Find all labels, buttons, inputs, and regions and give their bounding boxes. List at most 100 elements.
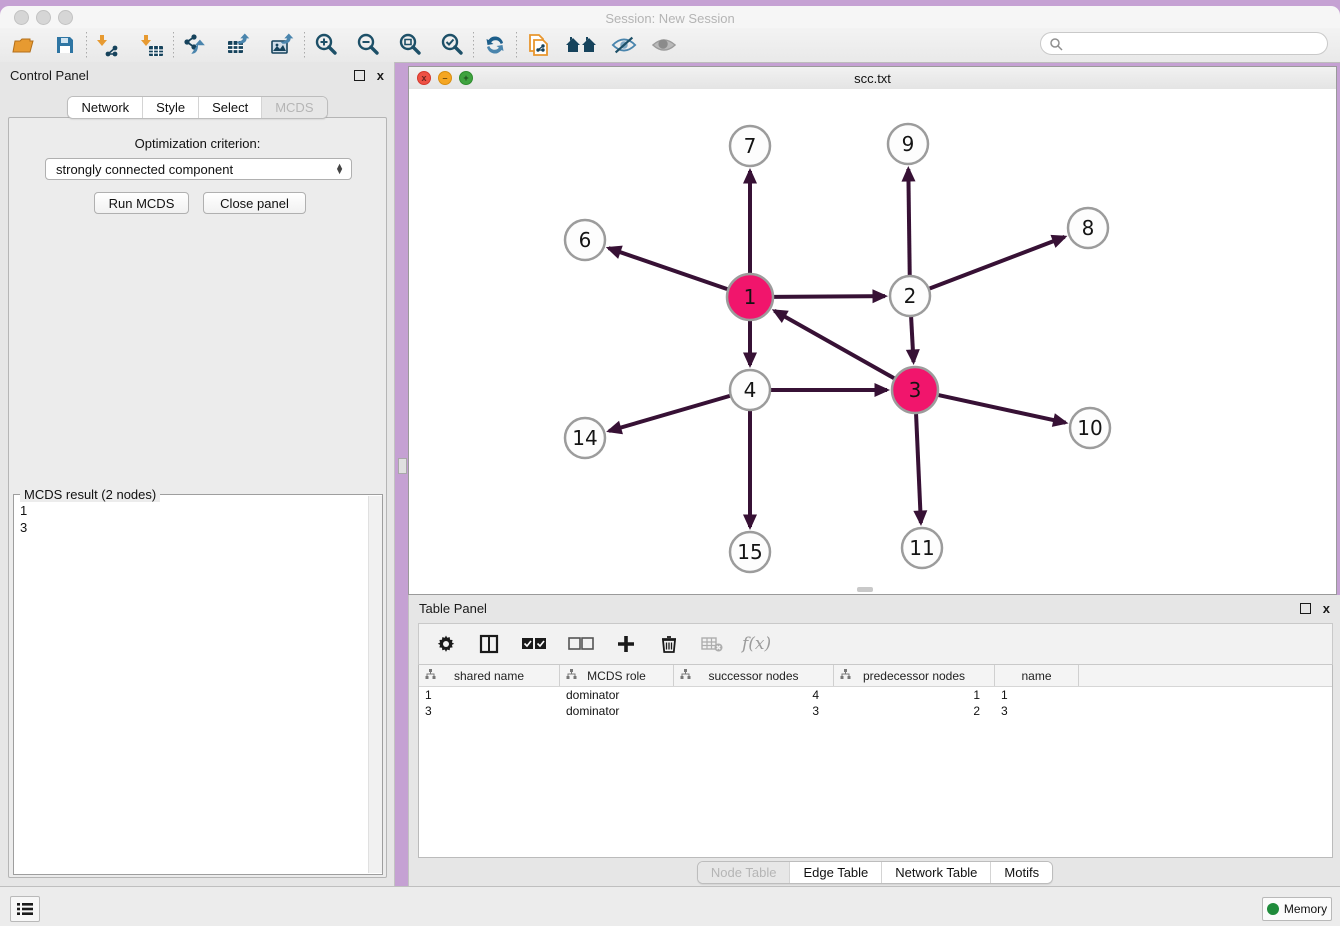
create-column-icon[interactable] [613, 631, 639, 657]
search-input[interactable] [1040, 32, 1328, 55]
edge-3-11[interactable] [916, 414, 921, 523]
table-cell[interactable]: 2 [834, 704, 995, 718]
table-tabs: Node TableEdge TableNetwork TableMotifs [409, 861, 1340, 884]
tab-select[interactable]: Select [198, 97, 261, 118]
network-canvas[interactable]: 1234678910111415 [409, 89, 1336, 594]
table-cell[interactable]: 4 [674, 688, 834, 702]
column-label: successor nodes [708, 669, 798, 683]
tab-network-table[interactable]: Network Table [881, 862, 990, 883]
table-panel-title: Table Panel [419, 601, 487, 616]
edge-4-14[interactable] [609, 396, 730, 431]
table-cell[interactable]: 1 [995, 688, 1079, 702]
node-label-15: 15 [737, 540, 762, 564]
table-cell[interactable]: dominator [560, 704, 674, 718]
network-window-titlebar[interactable]: scc.txt x – + [409, 67, 1336, 90]
show-column-panel-icon[interactable] [476, 631, 502, 657]
export-network-icon[interactable] [182, 32, 208, 58]
column-label: MCDS role [587, 669, 646, 683]
criterion-value: strongly connected component [56, 162, 233, 177]
table-panel: Table Panel x f(x) shared nameMCDS roles… [408, 595, 1340, 886]
table-cell[interactable]: 3 [419, 704, 560, 718]
graph-edges [609, 169, 1066, 527]
status-bar: Memory [0, 886, 1340, 926]
tab-edge-table[interactable]: Edge Table [789, 862, 881, 883]
memory-status-icon [1267, 903, 1279, 915]
node-label-1: 1 [744, 285, 757, 309]
hide-selected-icon[interactable] [611, 32, 637, 58]
mcds-result-title: MCDS result (2 nodes) [20, 487, 160, 502]
list-icon [17, 902, 33, 916]
close-panel-icon[interactable]: x [377, 71, 384, 80]
node-label-14: 14 [572, 426, 597, 450]
splitter-grip[interactable] [398, 458, 407, 474]
column-header-predecessor-nodes[interactable]: predecessor nodes [834, 665, 995, 686]
float-panel-icon[interactable] [354, 70, 365, 81]
run-mcds-button[interactable]: Run MCDS [94, 192, 189, 214]
home-views-icon[interactable] [565, 32, 599, 58]
edge-3-1[interactable] [774, 311, 894, 378]
zoom-out-icon[interactable] [355, 32, 381, 58]
edge-2-8[interactable] [930, 237, 1065, 289]
function-builder-icon: f(x) [742, 634, 771, 654]
delete-table-icon [699, 631, 725, 657]
mcds-result-scrollbar[interactable] [368, 496, 382, 873]
zoom-selected-icon[interactable] [439, 32, 465, 58]
node-label-11: 11 [909, 536, 934, 560]
edge-2-9[interactable] [908, 169, 909, 275]
column-header-MCDS-role[interactable]: MCDS role [560, 665, 674, 686]
table-cell[interactable]: dominator [560, 688, 674, 702]
table-settings-gear-icon[interactable] [433, 631, 459, 657]
column-header-name[interactable]: name [995, 665, 1079, 686]
tab-style[interactable]: Style [142, 97, 198, 118]
node-table[interactable]: shared name MCDS role successor nodes prede… [418, 665, 1333, 858]
import-table-icon[interactable] [139, 32, 165, 58]
zoom-in-icon[interactable] [313, 32, 339, 58]
tab-node-table[interactable]: Node Table [698, 862, 790, 883]
node-label-2: 2 [904, 284, 917, 308]
tab-motifs[interactable]: Motifs [990, 862, 1052, 883]
float-table-panel-icon[interactable] [1300, 603, 1311, 614]
tab-network[interactable]: Network [68, 97, 142, 118]
network-view-window: scc.txt x – + 1234678910111415 [408, 66, 1337, 595]
edge-1-2[interactable] [774, 296, 885, 297]
import-network-icon[interactable] [95, 32, 121, 58]
tab-mcds[interactable]: MCDS [261, 97, 326, 118]
edge-1-6[interactable] [609, 248, 728, 289]
close-panel-button[interactable]: Close panel [203, 192, 306, 214]
edge-3-10[interactable] [938, 395, 1065, 423]
table-toolbar: f(x) [418, 623, 1333, 665]
select-all-columns-icon[interactable] [519, 631, 549, 657]
duplicate-network-view-icon[interactable] [525, 32, 551, 58]
save-session-icon[interactable] [52, 32, 78, 58]
column-header-successor-nodes[interactable]: successor nodes [674, 665, 834, 686]
column-header-shared-name[interactable]: shared name [419, 665, 560, 686]
column-label: shared name [454, 669, 524, 683]
memory-button[interactable]: Memory [1262, 897, 1332, 921]
close-table-panel-icon[interactable]: x [1323, 604, 1330, 613]
refresh-icon[interactable] [482, 32, 508, 58]
table-cell[interactable]: 3 [995, 704, 1079, 718]
show-all-icon[interactable] [651, 32, 677, 58]
mcds-result-box [13, 494, 383, 875]
table-row[interactable]: 1dominator411 [419, 687, 1332, 703]
zoom-fit-icon[interactable] [397, 32, 423, 58]
table-header-row[interactable]: shared name MCDS role successor nodes prede… [419, 665, 1332, 687]
table-cell[interactable]: 1 [834, 688, 995, 702]
column-label: name [1021, 669, 1051, 683]
search-icon [1049, 37, 1063, 51]
export-table-icon[interactable] [226, 32, 252, 58]
criterion-dropdown[interactable]: strongly connected component ▲▼ [45, 158, 352, 180]
table-cell[interactable]: 1 [419, 688, 560, 702]
delete-column-icon[interactable] [656, 631, 682, 657]
node-label-3: 3 [909, 378, 922, 402]
edge-2-3[interactable] [911, 317, 913, 362]
app-title: Session: New Session [0, 11, 1340, 26]
canvas-hscrollbar-thumb[interactable] [857, 587, 873, 592]
table-row[interactable]: 3dominator323 [419, 703, 1332, 719]
open-session-icon[interactable] [10, 32, 36, 58]
node-label-10: 10 [1077, 416, 1102, 440]
table-cell[interactable]: 3 [674, 704, 834, 718]
export-image-icon[interactable] [270, 32, 296, 58]
task-history-button[interactable] [10, 896, 40, 922]
unselect-all-columns-icon[interactable] [566, 631, 596, 657]
